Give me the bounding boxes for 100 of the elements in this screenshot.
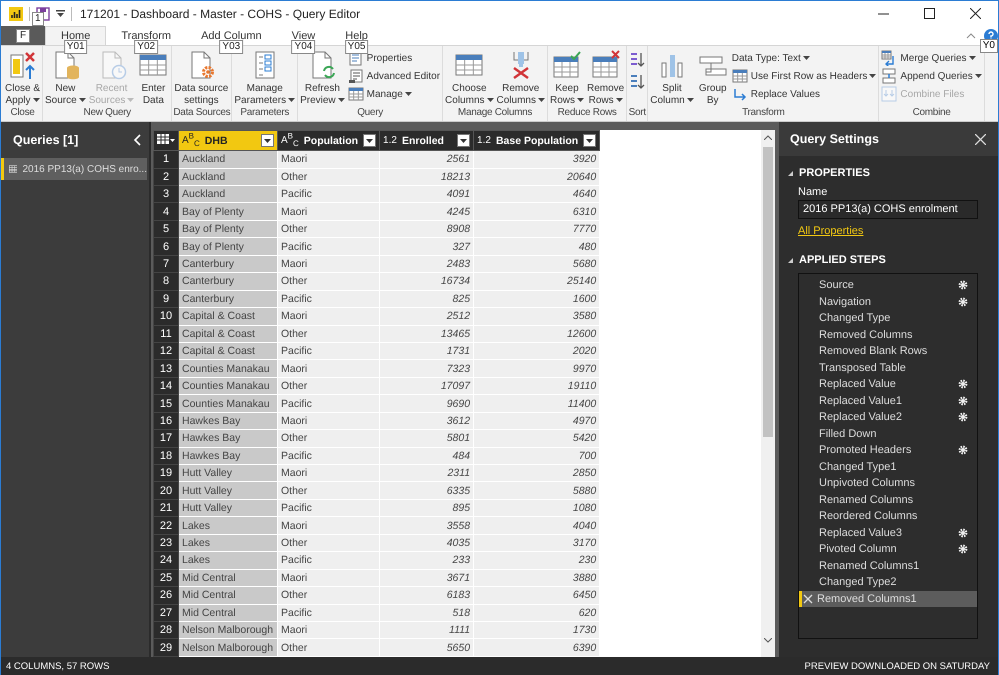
table-cell: Bay of Plenty [178, 220, 278, 238]
table-cell: 2020 [474, 342, 600, 360]
table-cell: Hawkes Bay [178, 430, 278, 448]
table-cell: Canterbury [178, 272, 278, 290]
table-cell: 1111 [380, 621, 474, 639]
table-cell: 11400 [474, 394, 600, 412]
section-heading: PROPERTIES [799, 167, 870, 179]
table-cell: Pacific [278, 447, 380, 465]
table-cell: 620 [474, 604, 600, 622]
table-cell: 518 [380, 604, 474, 622]
table-cell: 327 [380, 238, 474, 256]
group-label: Query [356, 106, 384, 120]
row-number: 1 [154, 150, 178, 168]
table-cell: 230 [474, 552, 600, 570]
table-cell: Auckland [178, 168, 278, 186]
table-cell: 17097 [380, 377, 474, 395]
table-cell: Maori [278, 516, 380, 534]
section-heading: APPLIED STEPS [799, 254, 886, 266]
row-number: 24 [154, 552, 178, 570]
row-number: 22 [154, 516, 178, 534]
row-number: 25 [154, 569, 178, 587]
row-number: 19 [154, 464, 178, 482]
row-number: 10 [154, 308, 178, 326]
table-cell: 2483 [380, 255, 474, 273]
table-cell: Other [278, 168, 380, 186]
table-cell: 1730 [474, 621, 600, 639]
table-cell: 4245 [380, 202, 474, 220]
table-cell: 4640 [474, 186, 600, 203]
table-cell: Other [278, 482, 380, 500]
table-cell: 6310 [474, 202, 600, 220]
table-cell: 4091 [380, 186, 474, 203]
table-cell: 5801 [380, 430, 474, 448]
row-number: 13 [154, 360, 178, 378]
table-cell: 5650 [380, 638, 474, 656]
row-number: 9 [154, 290, 178, 308]
row-number: 26 [154, 586, 178, 604]
table-cell: 233 [380, 552, 474, 570]
table-cell: 2311 [380, 464, 474, 482]
table-cell: 9690 [380, 394, 474, 412]
table-cell: Nelson Malborough [178, 638, 278, 656]
window-title: 171201 - Dashboard - Master - COHS - Query Editor [80, 6, 360, 20]
table-cell: 25140 [474, 272, 600, 290]
keytip-tooltip: Y03 [219, 40, 244, 54]
table-cell: 7323 [380, 360, 474, 378]
group-label: Manage Columns [456, 106, 534, 120]
row-number: 8 [154, 272, 178, 290]
table-cell: Hutt Valley [178, 499, 278, 517]
group-label: New Query [82, 106, 132, 120]
table-cell: Lakes [178, 534, 278, 552]
table-cell: 4035 [380, 534, 474, 552]
keytip: 1 [32, 12, 44, 26]
table-cell: Lakes [178, 552, 278, 570]
table-cell: Hutt Valley [178, 482, 278, 500]
table-cell: 6450 [474, 586, 600, 604]
table-cell: Pacific [278, 499, 380, 517]
table-cell: Hawkes Bay [178, 412, 278, 430]
row-number: 7 [154, 255, 178, 273]
table-cell: Capital & Coast [178, 325, 278, 342]
table-cell: Pacific [278, 394, 380, 412]
table-cell: 2512 [380, 308, 474, 326]
row-number: 23 [154, 534, 178, 552]
table-cell: Pacific [278, 238, 380, 256]
table-cell: Other [278, 534, 380, 552]
table-cell: Maori [278, 464, 380, 482]
table-cell: Maori [278, 360, 380, 378]
table-cell: 2561 [380, 150, 474, 168]
table-cell: Pacific [278, 604, 380, 622]
table-cell: 4040 [474, 516, 600, 534]
row-number: 28 [154, 621, 178, 639]
row-number: 16 [154, 412, 178, 430]
table-cell: Other [278, 220, 380, 238]
table-cell: Maori [278, 202, 380, 220]
group-label: Combine [912, 106, 952, 120]
table-cell: Auckland [178, 150, 278, 168]
table-cell: 1080 [474, 499, 600, 517]
row-number: 20 [154, 482, 178, 500]
table-cell: 484 [380, 447, 474, 465]
table-cell: Hutt Valley [178, 464, 278, 482]
table-cell: Nelson Malborough [178, 621, 278, 639]
table-cell: Counties Manakau [178, 394, 278, 412]
table-cell: 4970 [474, 412, 600, 430]
table-cell: 9970 [474, 360, 600, 378]
table-cell: 7770 [474, 220, 600, 238]
table-cell: 12600 [474, 325, 600, 342]
table-cell: 3558 [380, 516, 474, 534]
table-cell: 3920 [474, 150, 600, 168]
table-cell: Pacific [278, 552, 380, 570]
table-cell: 6390 [474, 638, 600, 656]
keytip-tooltip: Y05 [344, 40, 368, 54]
table-cell: Mid Central [178, 604, 278, 622]
table-cell: Maori [278, 255, 380, 273]
table-cell: Mid Central [178, 569, 278, 587]
keytip-tooltip: Y02 [134, 40, 158, 54]
row-number: 29 [154, 638, 178, 656]
group-label: Parameters [239, 106, 290, 120]
table-cell: 1731 [380, 342, 474, 360]
status-text: 4 COLUMNS, 57 ROWS [6, 660, 110, 672]
table-cell: 3880 [474, 569, 600, 587]
table-cell: 19110 [474, 377, 600, 395]
table-cell: Other [278, 638, 380, 656]
